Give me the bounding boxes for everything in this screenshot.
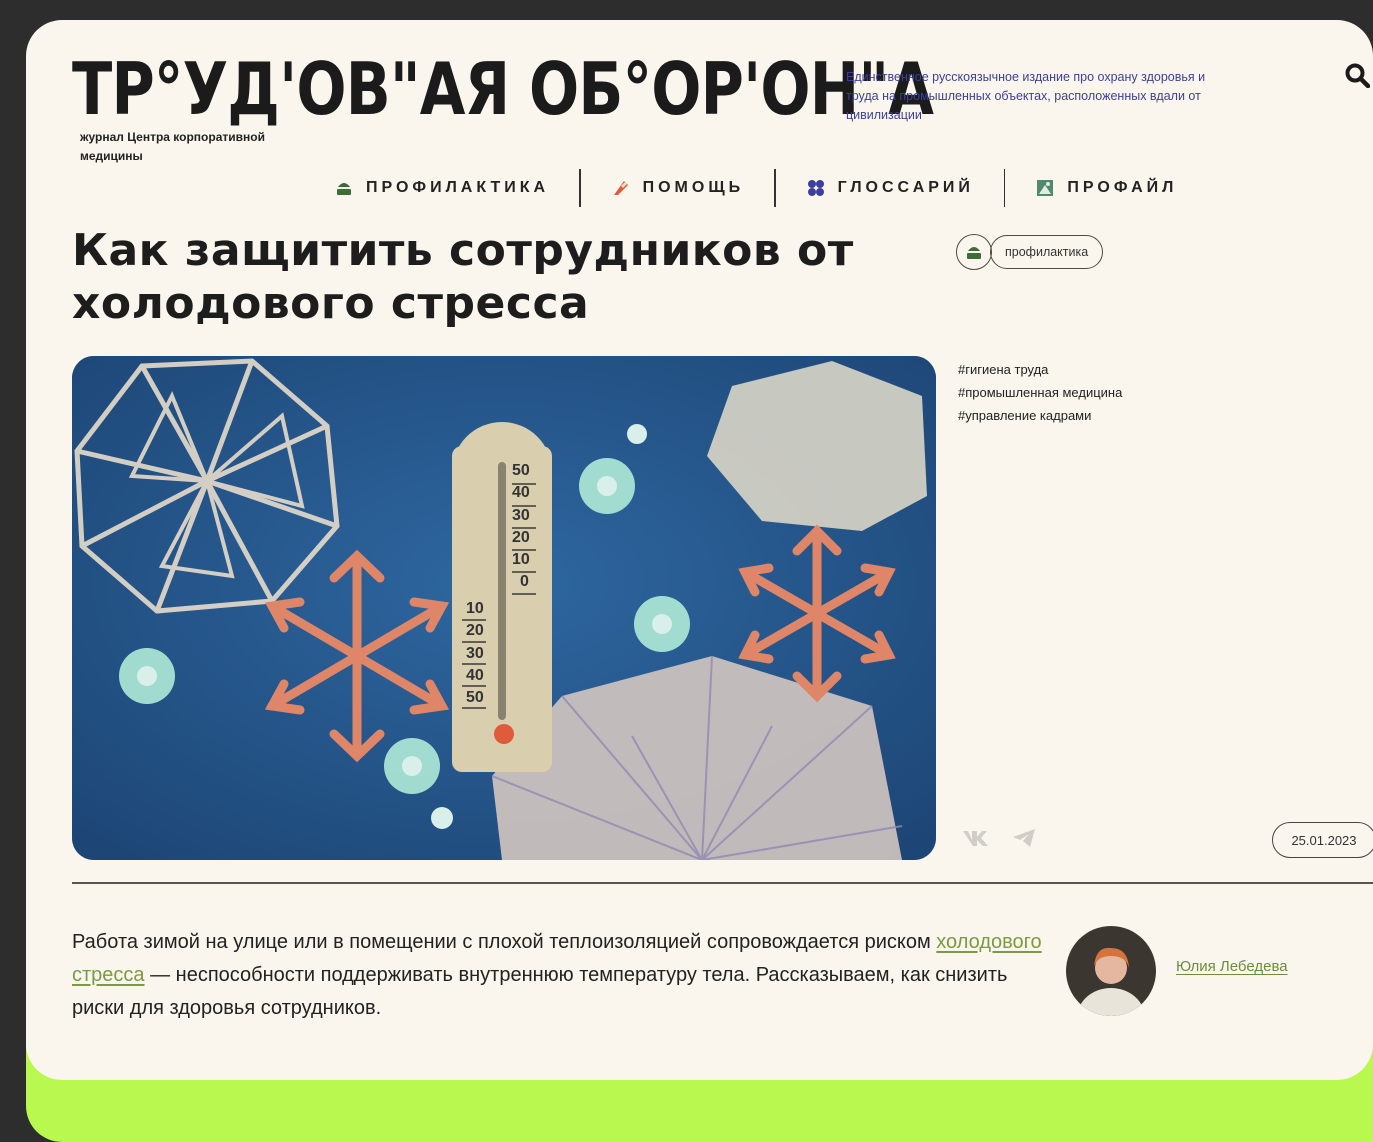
lead-text: Работа зимой на улице или в помещении с … <box>72 931 937 953</box>
article-title: Как защитить сотрудников от холодового с… <box>72 225 854 329</box>
scale-label: 50 <box>512 462 530 479</box>
lead-text: — неспособности поддерживать внутреннюю … <box>72 964 1008 1019</box>
scale-label: 40 <box>466 666 484 684</box>
nav-item-help[interactable]: ПОМОЩЬ <box>581 168 775 208</box>
nav-item-prophylaxis[interactable]: ПРОФИЛАКТИКА <box>334 168 579 208</box>
prophylaxis-icon <box>956 234 992 270</box>
search-icon[interactable] <box>1344 62 1370 88</box>
site-logo[interactable]: ТР°УД'ОВ"АЯ ОБ°ОР'ОН"А <box>72 50 934 128</box>
publish-date: 25.01.2023 <box>1272 822 1373 858</box>
scale-label: 10 <box>466 600 484 617</box>
telegram-icon[interactable] <box>1012 828 1036 848</box>
glossary-icon <box>807 180 824 196</box>
nav-label: ПРОФИЛАКТИКА <box>366 179 550 196</box>
author-avatar[interactable] <box>1066 926 1156 1016</box>
vk-icon[interactable] <box>962 828 992 848</box>
tag-link[interactable]: #промышленная медицина <box>958 381 1122 404</box>
scale-label: 40 <box>512 484 530 502</box>
tag-link[interactable]: #управление кадрами <box>958 404 1122 427</box>
nav-label: ПРОФАЙЛ <box>1067 179 1178 196</box>
main-nav: ПРОФИЛАКТИКА ПОМОЩЬ ГЛОССАРИЙ ПРОФАЙЛ <box>334 168 1207 208</box>
nav-label: ПОМОЩЬ <box>642 179 745 196</box>
hero-illustration: 50 40 30 20 10 0 10 20 30 40 50 <box>72 356 936 860</box>
thermometer-scale-top: 50 40 30 20 10 0 <box>512 460 542 594</box>
scale-label: 50 <box>466 689 484 707</box>
scale-label: 0 <box>520 573 529 591</box>
site-tagline: Единственное русскоязычное издание про о… <box>846 70 1206 122</box>
scale-label: 30 <box>466 644 484 662</box>
tag-link[interactable]: #гигиена труда <box>958 358 1122 381</box>
nav-item-profile[interactable]: ПРОФАЙЛ <box>1005 168 1207 208</box>
nav-item-glossary[interactable]: ГЛОССАРИЙ <box>776 168 1004 208</box>
scale-label: 30 <box>512 506 530 524</box>
nav-label: ГЛОССАРИЙ <box>837 179 974 196</box>
article-tags: #гигиена труда #промышленная медицина #у… <box>958 358 1122 427</box>
thermometer-scale-bottom: 10 20 30 40 50 <box>466 598 496 709</box>
site-subtitle: журнал Центра корпоративной медицины <box>80 130 265 163</box>
help-icon <box>613 181 628 195</box>
article-lead: Работа зимой на улице или в помещении с … <box>72 926 1062 1025</box>
prophylaxis-icon <box>337 183 351 195</box>
author-link[interactable]: Юлия Лебедева <box>1176 958 1288 975</box>
scale-label: 20 <box>466 622 484 640</box>
category-badge[interactable]: профилактика <box>956 234 1104 270</box>
share-buttons <box>962 828 1036 848</box>
profile-icon <box>1037 180 1054 196</box>
scale-label: 10 <box>512 551 530 569</box>
category-label: профилактика <box>990 235 1104 269</box>
scale-label: 20 <box>512 528 530 546</box>
section-divider <box>72 882 1373 884</box>
page-card: ТР°УД'ОВ"АЯ ОБ°ОР'ОН"А Единственное русс… <box>26 20 1373 1080</box>
